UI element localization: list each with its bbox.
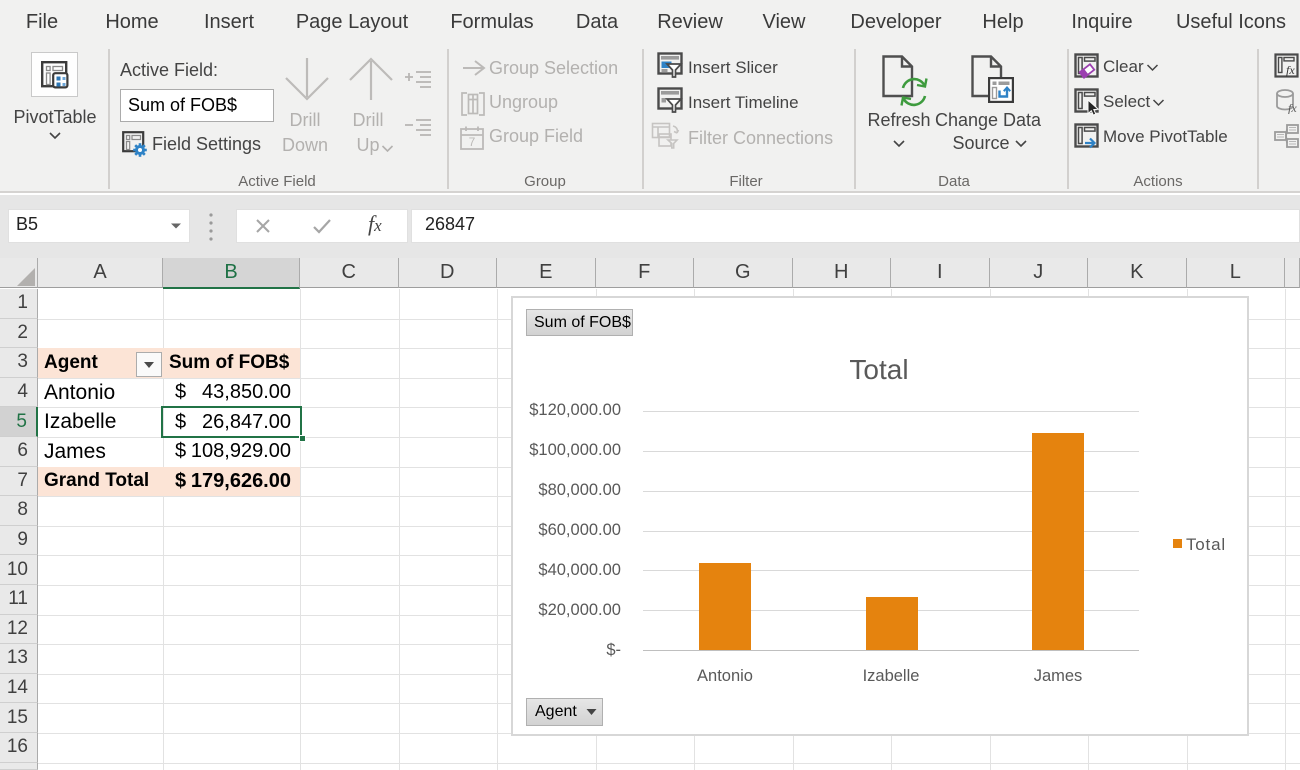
svg-text:fx: fx [1288,101,1297,114]
svg-text:fx: fx [1286,63,1295,77]
svg-text:7: 7 [469,135,476,149]
